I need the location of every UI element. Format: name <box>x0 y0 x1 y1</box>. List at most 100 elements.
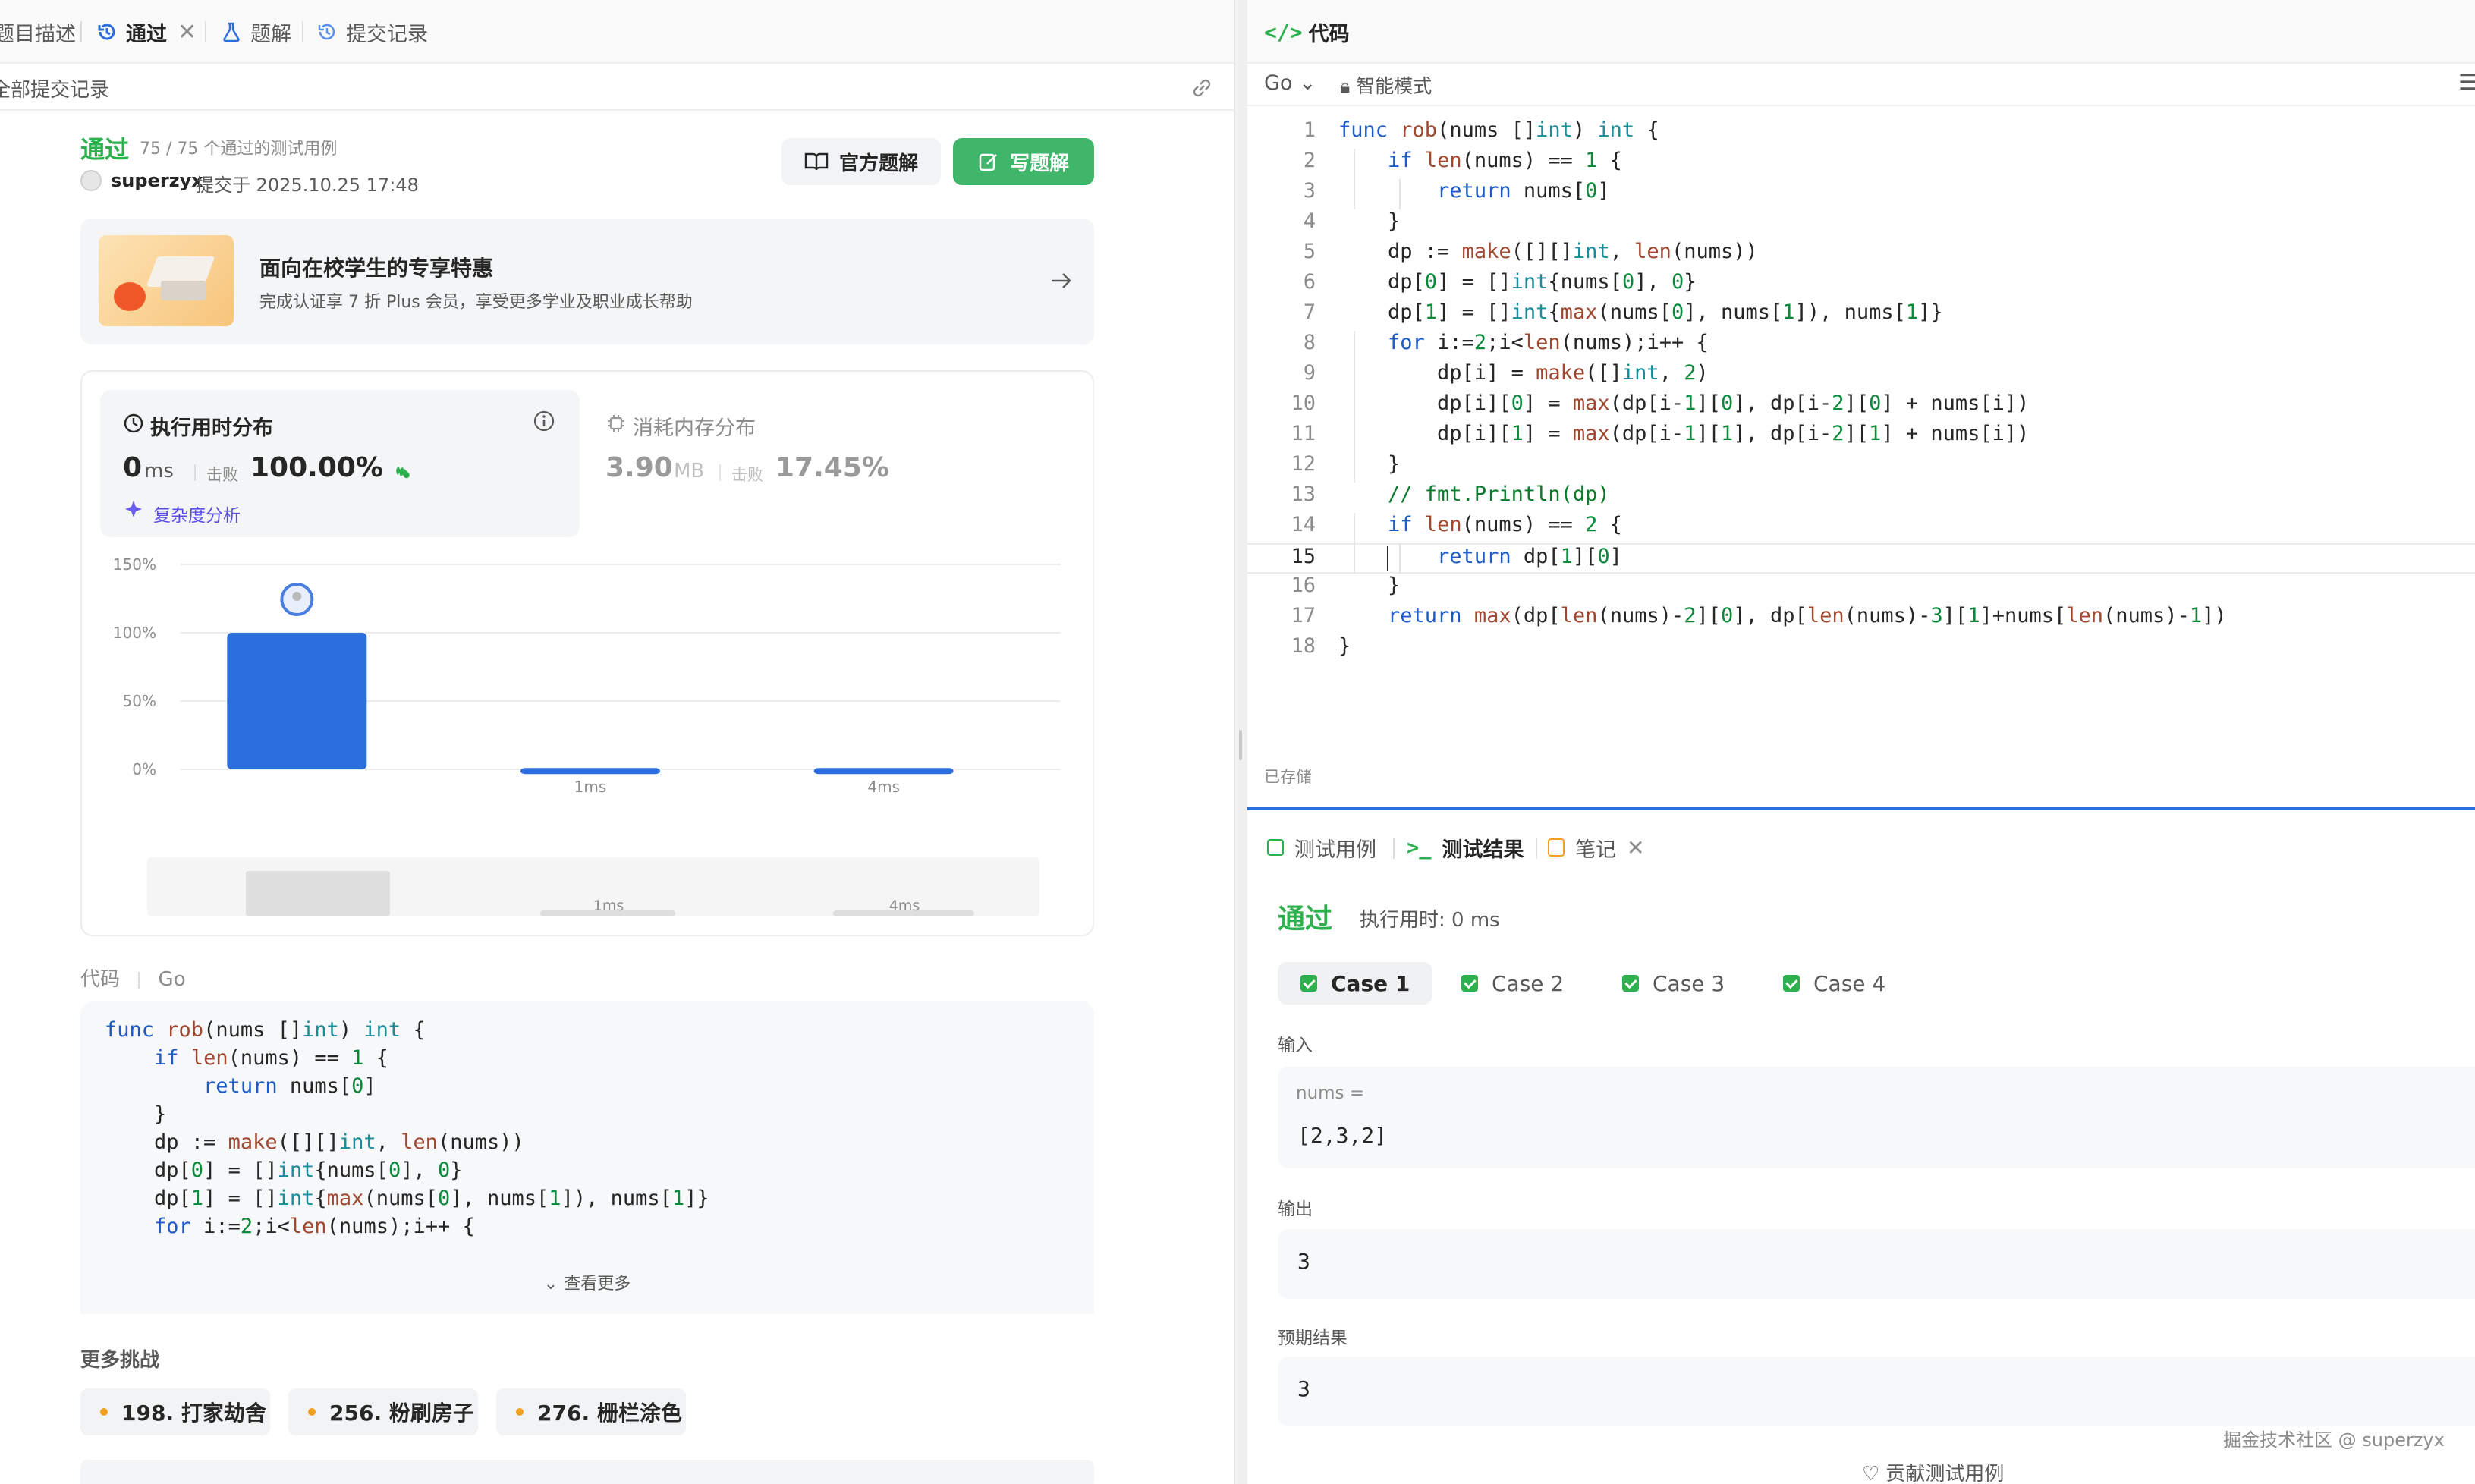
memory-tile[interactable]: 消耗内存分布 3.90 MB 击败 17.45% <box>583 390 1062 537</box>
code-lang: Go <box>158 968 186 991</box>
divider <box>194 464 196 481</box>
drag-handle[interactable] <box>1239 730 1242 760</box>
tab-notes[interactable]: 笔记 ✕ <box>1548 828 1644 866</box>
check-icon <box>1300 975 1317 992</box>
line-number: 10 <box>1291 391 1316 415</box>
avatar-head <box>292 592 302 601</box>
info-icon[interactable] <box>533 410 555 432</box>
code-line: for i:=2;i<len(nums);i++ { <box>154 1215 475 1238</box>
challenge-chip[interactable]: 256. 粉刷房子 <box>288 1388 478 1435</box>
chart-overview-strip[interactable]: 1ms 4ms <box>147 857 1039 916</box>
editor-line: 18} <box>1247 634 2475 665</box>
indent-guide <box>1399 543 1401 574</box>
button-label: 官方题解 <box>838 152 918 175</box>
expected-box: 3 <box>1278 1357 2475 1426</box>
chart-bar[interactable] <box>520 768 660 775</box>
chevron-down-icon: ⌄ <box>543 1275 558 1294</box>
code-label: 代码 <box>80 968 121 991</box>
tab-code[interactable]: </> 代码 <box>1264 0 1350 64</box>
close-icon[interactable]: ✕ <box>178 19 197 46</box>
code-line: dp[0] = []int{nums[0], 0} <box>105 1159 463 1182</box>
sparkle-icon <box>125 501 142 517</box>
code-editor[interactable]: 1 func rob(nums []int) int {2 if len(nums… <box>1247 118 2475 771</box>
editor-toolbar: Go ⌄ 🔒︎ 智能模式 ☰ <box>1247 64 2475 106</box>
line-number: 15 <box>1291 545 1316 568</box>
editor-line: 16 } <box>1247 574 2475 604</box>
editor-line: 2 if len(nums) == 1 { <box>1247 149 2475 179</box>
input-label: 输入 <box>1278 1036 1313 1055</box>
challenge-chip[interactable]: 198. 打家劫舍 <box>80 1388 270 1435</box>
all-submissions-link[interactable]: 全部提交记录 <box>0 74 109 102</box>
input-value: [2,3,2] <box>1297 1123 1388 1148</box>
output-label: 输出 <box>1278 1199 1313 1219</box>
tab-solutions[interactable]: 题解 <box>220 0 291 64</box>
see-more-label: 查看更多 <box>564 1275 631 1294</box>
menu-icon[interactable]: ☰ <box>2458 70 2475 95</box>
submitted-time: 提交于 2025.10.25 17:48 <box>196 174 419 196</box>
official-solution-button[interactable]: 官方题解 <box>781 138 941 185</box>
promo-illustration <box>99 235 234 326</box>
memory-beats: 17.45% <box>775 452 889 483</box>
chart-bar[interactable] <box>813 768 954 775</box>
language-select[interactable]: Go ⌄ <box>1264 71 1316 95</box>
tab-testcases[interactable]: 测试用例 <box>1267 828 1376 866</box>
share-link-icon[interactable] <box>1188 74 1215 102</box>
overview-tick-label: 4ms <box>889 898 920 914</box>
difficulty-dot <box>100 1408 108 1416</box>
tab-submissions[interactable]: 提交记录 <box>316 0 428 64</box>
write-solution-button[interactable]: 写题解 <box>953 138 1094 185</box>
line-text: for i:=2;i<len(nums);i++ { <box>1388 331 1709 354</box>
see-more-button[interactable]: ⌄ 查看更多 <box>80 1270 1094 1294</box>
output-box: 3 <box>1278 1229 2475 1299</box>
tab-divider <box>1536 838 1537 859</box>
indent-guide <box>1354 331 1355 483</box>
line-number: 8 <box>1303 331 1316 354</box>
case-tab-2[interactable]: Case 2 <box>1439 962 1587 1005</box>
tab-test-results[interactable]: >_ 测试结果 <box>1407 828 1524 866</box>
y-tick-label: 150% <box>113 555 156 574</box>
line-number: 9 <box>1303 361 1316 385</box>
challenge-label: 198. 打家劫舍 <box>121 1401 266 1426</box>
line-text: if len(nums) == 2 { <box>1388 513 1622 536</box>
code-line: } <box>105 1102 167 1126</box>
close-icon[interactable]: ✕ <box>1627 835 1644 860</box>
runtime-tile[interactable]: 执行用时分布 0 ms 击败 100.00% 复杂度分析 <box>100 390 580 537</box>
code-line: func rob(nums []int) int { <box>105 1018 426 1042</box>
difficulty-dot <box>516 1408 524 1416</box>
line-text: // fmt.Println(dp) <box>1388 483 1610 506</box>
submission-status: 通过 <box>80 135 130 164</box>
beats-label: 击败 <box>731 466 763 484</box>
editor-line: 4 } <box>1247 209 2475 240</box>
student-promo-card[interactable]: 面向在校学生的专享特惠 完成认证享 7 折 Plus 会员，享受更多学业及职业成… <box>80 219 1094 344</box>
line-text: return nums[0] <box>1437 179 1610 203</box>
tab-divider <box>80 21 82 42</box>
complexity-analysis-link[interactable]: 复杂度分析 <box>153 501 241 527</box>
username[interactable]: superzyx <box>111 170 203 191</box>
book-icon <box>804 152 829 171</box>
challenge-chip[interactable]: 276. 栅栏涂色 <box>496 1388 686 1435</box>
avatar[interactable] <box>80 170 102 191</box>
check-icon <box>1622 975 1639 992</box>
memory-unit: MB <box>674 460 705 483</box>
chart-bar[interactable] <box>227 633 367 769</box>
heart-icon: ♡ <box>1862 1463 1880 1484</box>
runtime-beats: 100.00% <box>250 452 383 483</box>
tab-label: 测试用例 <box>1294 838 1376 862</box>
tab-accepted[interactable]: 通过 ✕ <box>96 0 197 64</box>
case-tab-3[interactable]: Case 3 <box>1599 962 1747 1005</box>
line-text: } <box>1338 634 1351 658</box>
smart-mode-toggle[interactable]: 🔒︎ 智能模式 <box>1340 71 1432 99</box>
editor-line: 10 dp[i][0] = max(dp[i-1][0], dp[i-2][0]… <box>1247 391 2475 422</box>
overview-tick-label: 1ms <box>593 898 624 914</box>
history-icon <box>318 24 335 40</box>
code-line: dp := make([][]int, len(nums)) <box>105 1130 524 1154</box>
promo-title: 面向在校学生的专享特惠 <box>259 256 494 281</box>
panel-splitter[interactable] <box>1235 0 1247 1484</box>
tab-description[interactable]: 题目描述 <box>0 0 76 64</box>
case-tab-1[interactable]: Case 1 <box>1278 962 1433 1005</box>
contribute-testcase-button[interactable]: ♡ 贡献测试用例 <box>1862 1458 2004 1484</box>
case-tab-4[interactable]: Case 4 <box>1760 962 1908 1005</box>
more-challenges-title: 更多挑战 <box>80 1349 160 1372</box>
indent-guide <box>1399 179 1401 209</box>
button-label: 写题解 <box>1009 152 1069 175</box>
